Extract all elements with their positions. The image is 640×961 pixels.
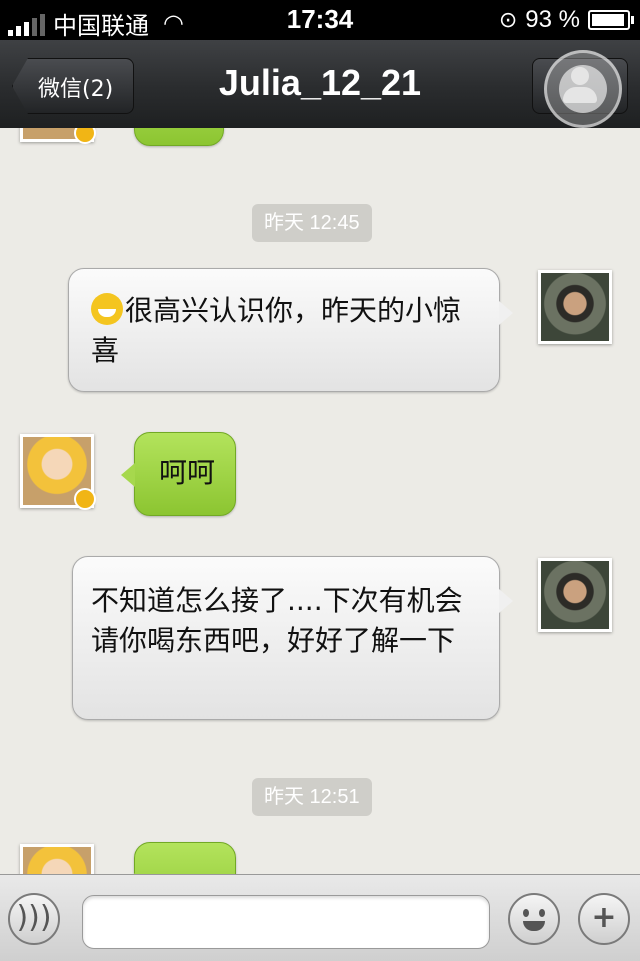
battery-percent: 93 % (525, 6, 580, 33)
chat-area[interactable]: 昨天 12:45 很高兴认识你，昨天的小惊喜 呵呵 不知道怎么接了....下次有… (0, 128, 640, 874)
message-input[interactable] (82, 895, 490, 949)
contact-avatar[interactable] (20, 434, 96, 510)
sent-message-text: 很高兴认识你，昨天的小惊喜 (91, 294, 462, 367)
rotation-lock-icon: ⊙ (498, 7, 518, 32)
plus-icon[interactable]: + (578, 893, 630, 945)
navigation-bar: 微信(2) Julia_12_21 (0, 40, 640, 129)
my-avatar[interactable] (538, 558, 612, 632)
timestamp: 昨天 12:45 (252, 204, 372, 242)
my-avatar[interactable] (538, 270, 612, 344)
received-bubble-partial[interactable] (121, 842, 236, 874)
received-message-bubble[interactable]: 呵呵 (121, 432, 236, 516)
sent-message-bubble[interactable]: 很高兴认识你，昨天的小惊喜 (68, 268, 513, 392)
status-right: ⊙ 93 % (498, 6, 634, 34)
sent-message-text: 不知道怎么接了....下次有机会请你喝东西吧，好好了解一下 (91, 584, 463, 657)
contact-avatar[interactable] (20, 844, 94, 874)
sent-message-bubble[interactable]: 不知道怎么接了....下次有机会请你喝东西吧，好好了解一下 (72, 556, 513, 720)
battery-icon (588, 10, 634, 30)
status-bar: 中国联通 ◠ 17:34 ⊙ 93 % (0, 0, 640, 40)
received-bubble-partial[interactable] (134, 128, 224, 146)
timestamp: 昨天 12:51 (252, 778, 372, 816)
assistive-touch-icon[interactable] (544, 50, 622, 128)
grin-emoji-icon (91, 293, 123, 325)
received-message-text: 呵呵 (159, 456, 216, 489)
emoji-icon[interactable] (508, 893, 560, 945)
contact-avatar[interactable] (20, 128, 96, 144)
input-bar: ))) + (0, 874, 640, 961)
battery-fill (592, 14, 624, 26)
voice-icon[interactable]: ))) (8, 893, 60, 945)
